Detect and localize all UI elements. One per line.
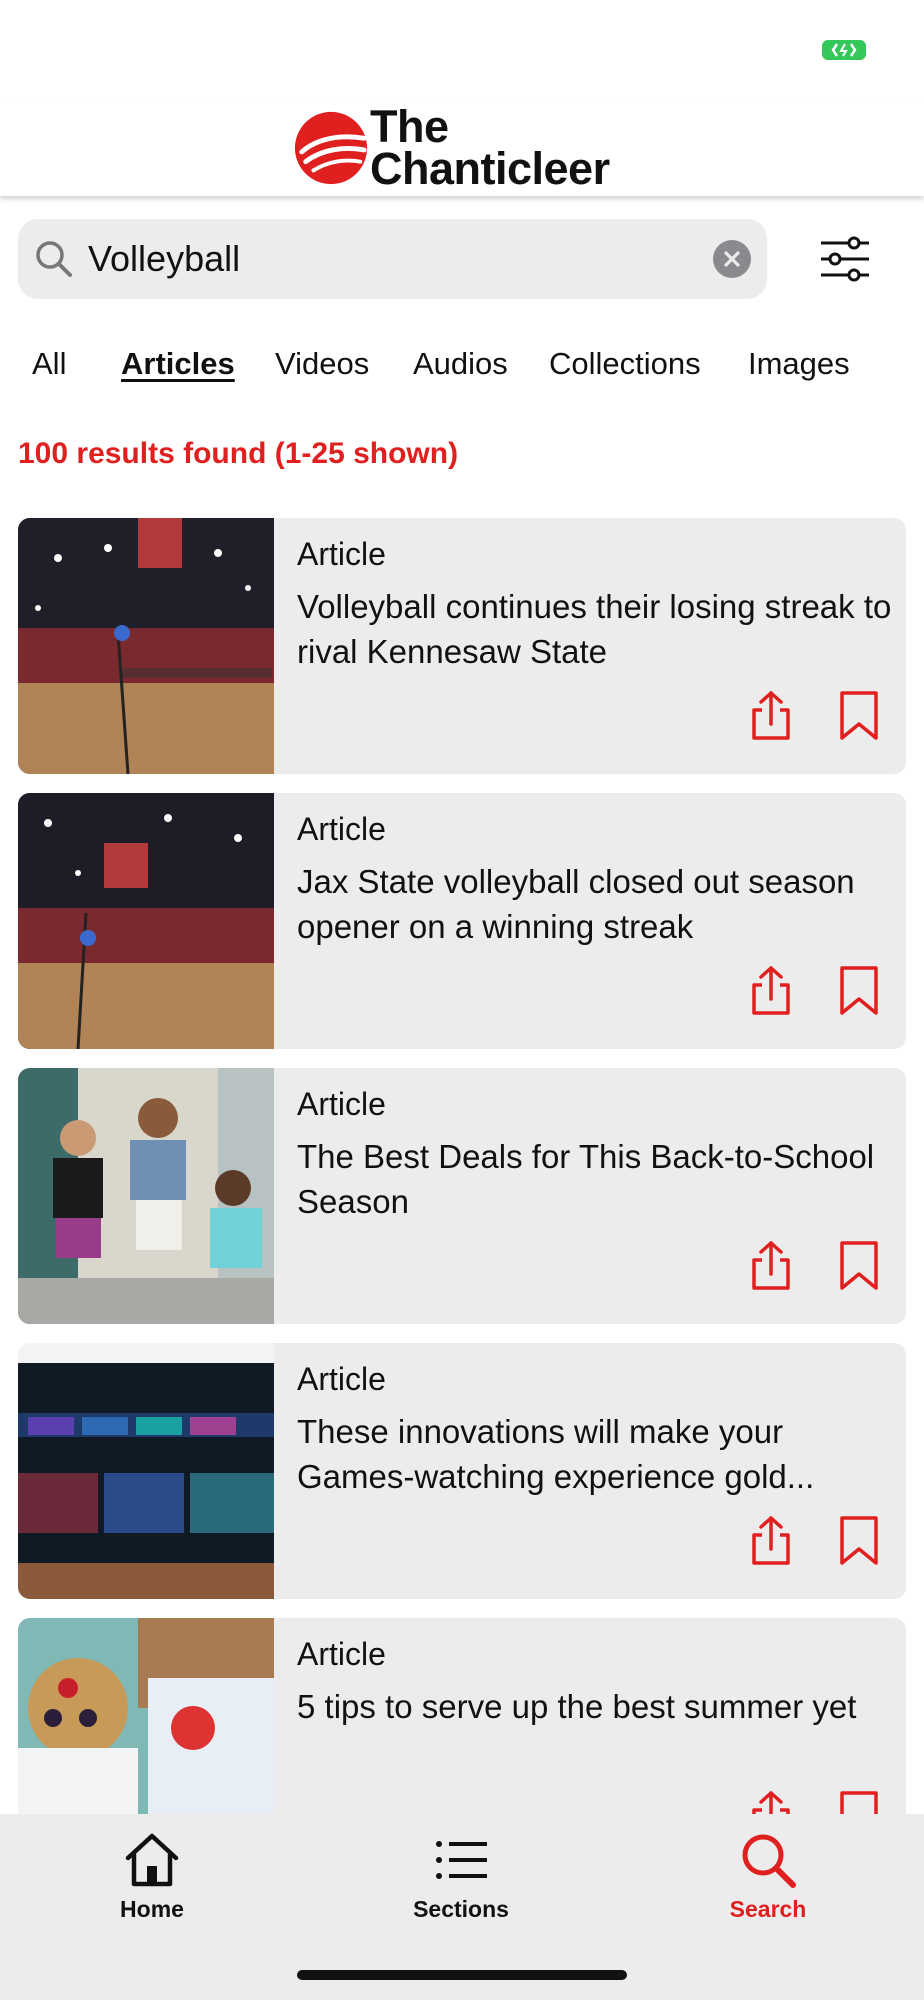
tab-images[interactable]: Images [748,346,850,382]
search-row [18,219,906,299]
app-header: The Chanticleer [0,100,924,196]
logo-line-2: Chanticleer [370,143,610,194]
article-type: Article [297,1361,386,1397]
article-card[interactable]: Article Jax State volleyball closed out … [18,793,906,1049]
article-type: Article [297,811,386,847]
tabbar-label: Search [729,1896,807,1922]
article-title[interactable]: The Best Deals for This Back-to-School S… [297,1134,892,1224]
logo-wordmark: The Chanticleer [370,101,610,194]
article-card[interactable]: Article 5 tips to serve up the best summ… [18,1618,906,1814]
bookmark-icon[interactable] [838,690,880,742]
tabbar-label: Sections [413,1896,509,1922]
article-type: Article [297,1086,386,1122]
tab-videos[interactable]: Videos [275,346,369,382]
share-icon[interactable] [746,1515,796,1567]
tab-audios[interactable]: Audios [413,346,508,382]
article-title[interactable]: Volleyball continues their losing streak… [297,584,892,674]
list-icon [436,1841,487,1879]
search-icon [742,1834,796,1888]
content-type-tabs: All Articles Videos Audios Collections I… [0,346,924,390]
home-icon [125,1833,179,1887]
logo-line-1: The [370,101,449,152]
article-type: Article [297,1636,386,1672]
status-bar [0,0,924,100]
clear-search-icon[interactable] [713,240,751,278]
article-title[interactable]: These innovations will make your Games-w… [297,1409,892,1499]
tabbar-home[interactable]: Home [52,1814,252,1934]
tab-all[interactable]: All [32,346,66,382]
search-icon [36,241,72,277]
article-list: Article Volleyball continues their losin… [18,518,906,1814]
tabbar-sections[interactable]: Sections [361,1814,561,1934]
chanticleer-logo[interactable]: The Chanticleer [292,101,610,194]
home-indicator[interactable] [297,1970,627,1980]
article-card[interactable]: Article The Best Deals for This Back-to-… [18,1068,906,1324]
battery-charging-icon [822,40,866,60]
article-title[interactable]: Jax State volleyball closed out season o… [297,859,892,949]
bookmark-icon[interactable] [838,965,880,1017]
tab-collections[interactable]: Collections [549,346,701,382]
volleyball-arena-photo [18,793,274,1049]
share-icon[interactable] [746,1790,796,1814]
tab-articles[interactable]: Articles [121,346,235,382]
share-icon[interactable] [746,1240,796,1292]
tv-streaming-photo [18,1343,274,1599]
article-card[interactable]: Article These innovations will make your… [18,1343,906,1599]
article-title[interactable]: 5 tips to serve up the best summer yet [297,1684,892,1729]
search-input[interactable] [88,219,688,299]
tabbar-label: Home [120,1896,184,1922]
bookmark-icon[interactable] [838,1240,880,1292]
article-card[interactable]: Article Volleyball continues their losin… [18,518,906,774]
tabbar-search[interactable]: Search [668,1814,868,1934]
search-box[interactable] [18,219,767,299]
results-count: 100 results found (1-25 shown) [18,437,459,470]
bookmark-icon[interactable] [838,1515,880,1567]
bookmark-icon[interactable] [838,1790,880,1814]
yogurt-berries-photo [18,1618,274,1814]
kids-running-photo [18,1068,274,1324]
article-type: Article [297,536,386,572]
share-icon[interactable] [746,690,796,742]
rooster-logo-icon [294,111,368,185]
volleyball-arena-photo [18,518,274,774]
share-icon[interactable] [746,965,796,1017]
filter-sliders-icon[interactable] [818,233,872,285]
